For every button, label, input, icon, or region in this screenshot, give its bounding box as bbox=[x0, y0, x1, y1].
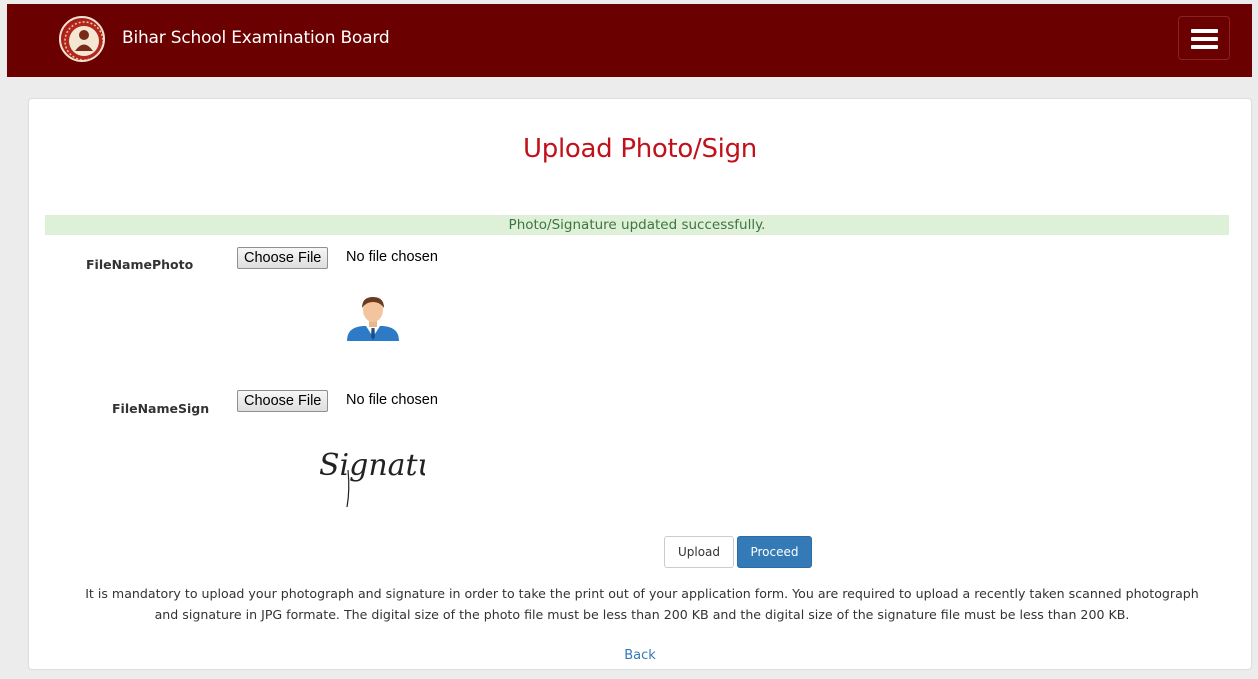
back-link[interactable]: Back bbox=[29, 648, 1251, 663]
sign-field-label: FileNameSign bbox=[112, 401, 210, 416]
sign-file-status: No file chosen bbox=[346, 392, 438, 408]
instruction-line-1: It is mandatory to upload your photograp… bbox=[85, 586, 1199, 601]
bseb-emblem-icon bbox=[59, 16, 105, 62]
proceed-button[interactable]: Proceed bbox=[737, 536, 812, 568]
upload-instructions: It is mandatory to upload your photograp… bbox=[37, 583, 1247, 625]
photo-choose-file-button[interactable]: Choose File bbox=[237, 247, 329, 269]
photo-file-status: No file chosen bbox=[346, 249, 438, 265]
page-title: Upload Photo/Sign bbox=[523, 134, 757, 164]
success-alert: Photo/Signature updated successfully. bbox=[45, 215, 1229, 235]
instruction-line-2: and signature in JPG formate. The digita… bbox=[154, 607, 1130, 622]
upload-button[interactable]: Upload bbox=[664, 536, 734, 568]
photo-field-label: FileNamePhoto bbox=[86, 257, 194, 272]
sign-choose-file-button[interactable]: Choose File bbox=[237, 390, 329, 412]
signature-preview-image: Signature bbox=[315, 435, 469, 513]
upload-panel: Upload Photo/Sign Photo/Signature update… bbox=[28, 98, 1252, 670]
person-avatar-icon bbox=[343, 295, 403, 345]
hamburger-menu-button[interactable] bbox=[1178, 16, 1230, 60]
top-navbar: Bihar School Examination Board bbox=[7, 4, 1252, 77]
site-brand[interactable]: Bihar School Examination Board bbox=[122, 28, 390, 48]
svg-text:Signature: Signature bbox=[319, 448, 425, 483]
hamburger-menu-icon bbox=[1191, 29, 1218, 33]
